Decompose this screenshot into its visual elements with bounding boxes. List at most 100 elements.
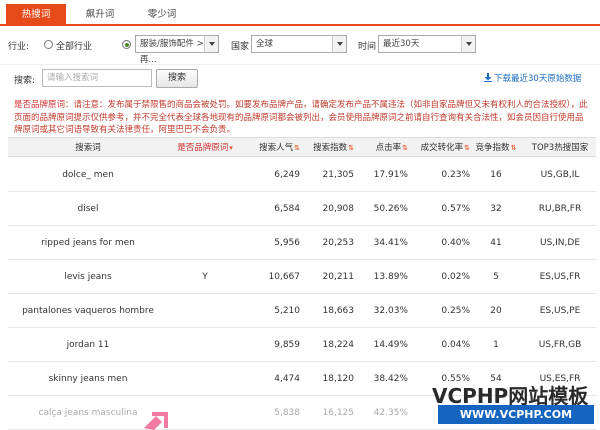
country-select[interactable]: 全球: [251, 35, 347, 53]
cell-popularity: 6,249: [274, 170, 300, 180]
header-brand[interactable]: 是否品牌原词▾: [168, 138, 242, 158]
header-cvr-label: 成交转化率: [420, 143, 464, 153]
table-row[interactable]: disel 6,584 20,908 50.26% 0.57% 32 RU,BR,FR: [8, 192, 596, 226]
table-row[interactable]: dolce_ men 6,249 21,305 17.91% 0.23% 16 US,GB,…: [8, 158, 596, 192]
header-popularity[interactable]: 搜索人气⇅: [242, 138, 300, 158]
country-select-value: 全球: [256, 39, 274, 49]
cell-popularity: 5,838: [274, 408, 300, 418]
cell-cvr: 0.40%: [441, 238, 470, 248]
cell-ctr: 14.49%: [373, 340, 408, 350]
chevron-down-icon: [204, 36, 218, 52]
cell-keyword[interactable]: dolce_ men: [8, 158, 168, 192]
download-icon[interactable]: [484, 73, 492, 82]
cell-keyword[interactable]: skinny jeans men: [8, 362, 168, 396]
category-select-value: 服装/服饰配件 > 再...: [140, 39, 204, 65]
cell-competition: 41: [490, 238, 502, 248]
time-select-value: 最近30天: [383, 39, 420, 49]
table-row[interactable]: jordan 11 9,859 18,224 14.49% 0.04% 1 US,FR,GB: [8, 328, 596, 362]
search-row: 搜索: 请输入搜索词 搜索 下载最近30天原始数据: [0, 64, 600, 90]
header-index[interactable]: 搜索指数⇅: [300, 138, 354, 158]
cell-popularity: 9,859: [274, 340, 300, 350]
cell-keyword[interactable]: disel: [8, 192, 168, 226]
watermark-url: WWW.VCPHP.COM: [438, 405, 594, 424]
cell-index: 18,663: [322, 306, 355, 316]
cell-brand: [168, 192, 242, 226]
time-select[interactable]: 最近30天: [378, 35, 476, 53]
cell-competition: 20: [490, 306, 502, 316]
cell-keyword[interactable]: ripped jeans for men: [8, 226, 168, 260]
cell-index: 20,908: [322, 204, 355, 214]
brand-notice-highlight: 是否品牌原词: [14, 100, 66, 110]
cell-keyword[interactable]: jordan 11: [8, 328, 168, 362]
search-input[interactable]: 请输入搜索词: [42, 69, 152, 87]
cell-brand: [168, 294, 242, 328]
radio-all-industry[interactable]: [44, 40, 53, 49]
chevron-down-icon: [332, 36, 346, 52]
cell-competition: 16: [490, 170, 502, 180]
cell-top3: US,GB,IL: [540, 170, 580, 180]
cell-top3: US,IN,DE: [539, 238, 581, 248]
brand-notice-text: ：请注意：发布属于禁限售的商品会被处罚。如要发布品牌产品，请确定发布产品不属违法…: [14, 100, 588, 135]
cell-competition: 1: [493, 340, 499, 350]
sort-icon: ⇅: [510, 144, 517, 152]
download-link[interactable]: 下载最近30天原始数据: [494, 72, 581, 84]
cell-keyword[interactable]: levis jeans: [8, 260, 168, 294]
table-header: 搜索词 是否品牌原词▾ 搜索人气⇅ 搜索指数⇅ 点击率⇅ 成交转化率⇅ 竞争指数…: [8, 137, 596, 157]
cell-index: 20,211: [322, 272, 355, 282]
sort-icon: ⇅: [348, 144, 354, 152]
cell-index: 21,305: [322, 170, 355, 180]
cell-competition: 5: [493, 272, 499, 282]
header-top3: TOP3热搜国家: [531, 143, 589, 153]
header-competition[interactable]: 竞争指数⇅: [470, 138, 522, 158]
cell-ctr: 13.89%: [373, 272, 408, 282]
cell-ctr: 34.41%: [373, 238, 408, 248]
table-row[interactable]: ripped jeans for men 5,956 20,253 34.41% 0.4…: [8, 226, 596, 260]
category-select[interactable]: 服装/服饰配件 > 再...: [135, 35, 219, 65]
header-index-label: 搜索指数: [313, 143, 348, 153]
header-keyword: 搜索词: [75, 143, 101, 153]
header-ctr[interactable]: 点击率⇅: [356, 138, 408, 158]
cell-brand: Y: [202, 272, 208, 282]
time-label: 时间: [358, 42, 377, 52]
cell-top3: ES,US,FR: [539, 272, 581, 282]
cell-cvr: 0.02%: [441, 272, 470, 282]
cell-brand: [168, 226, 242, 260]
sort-icon: ⇅: [402, 144, 408, 152]
cell-ctr: 17.91%: [373, 170, 408, 180]
cell-brand: [168, 158, 242, 192]
search-input-placeholder: 请输入搜索词: [47, 73, 99, 83]
tab-rising-words[interactable]: 飙升词: [70, 4, 130, 26]
radio-all-industry-label: 全部行业: [56, 42, 93, 52]
cell-cvr: 0.25%: [441, 306, 470, 316]
cell-competition: 32: [490, 204, 502, 214]
cell-ctr: 42.35%: [373, 408, 408, 418]
country-label: 国家: [231, 42, 250, 52]
cell-index: 20,253: [322, 238, 355, 248]
tab-rare-words[interactable]: 零少词: [134, 4, 190, 26]
tab-hot-words[interactable]: 热搜词: [6, 4, 66, 26]
table-row[interactable]: levis jeans Y 10,667 20,211 13.89% 0.02% 5 ES,U…: [8, 260, 596, 294]
header-brand-label: 是否品牌原词: [177, 143, 229, 153]
search-button[interactable]: 搜索: [156, 69, 198, 88]
cell-brand: [168, 328, 242, 362]
chevron-down-icon: [461, 36, 475, 52]
cell-index: 18,224: [322, 340, 355, 350]
cell-ctr: 38.42%: [373, 374, 408, 384]
search-label: 搜索:: [14, 76, 36, 86]
cell-index: 16,125: [322, 408, 355, 418]
cell-cvr: 0.23%: [441, 170, 470, 180]
header-cvr[interactable]: 成交转化率⇅: [410, 138, 470, 158]
header-competition-label: 竞争指数: [475, 143, 510, 153]
header-ctr-label: 点击率: [375, 143, 402, 153]
tab-bar: 热搜词 飙升词 零少词: [0, 0, 600, 26]
industry-label: 行业:: [8, 42, 30, 52]
cell-brand: [168, 362, 242, 396]
cell-popularity: 5,956: [274, 238, 300, 248]
table-row[interactable]: pantalones vaqueros hombre 5,210 18,663 32.…: [8, 294, 596, 328]
cell-top3: RU,BR,FR: [538, 204, 582, 214]
cell-popularity: 4,474: [274, 374, 300, 384]
brand-notice: 是否品牌原词：请注意：发布属于禁限售的商品会被处罚。如要发布品牌产品，请确定发布…: [14, 99, 589, 137]
cell-keyword[interactable]: pantalones vaqueros hombre: [8, 294, 168, 328]
cell-popularity: 5,210: [274, 306, 300, 316]
radio-category[interactable]: [122, 40, 131, 49]
